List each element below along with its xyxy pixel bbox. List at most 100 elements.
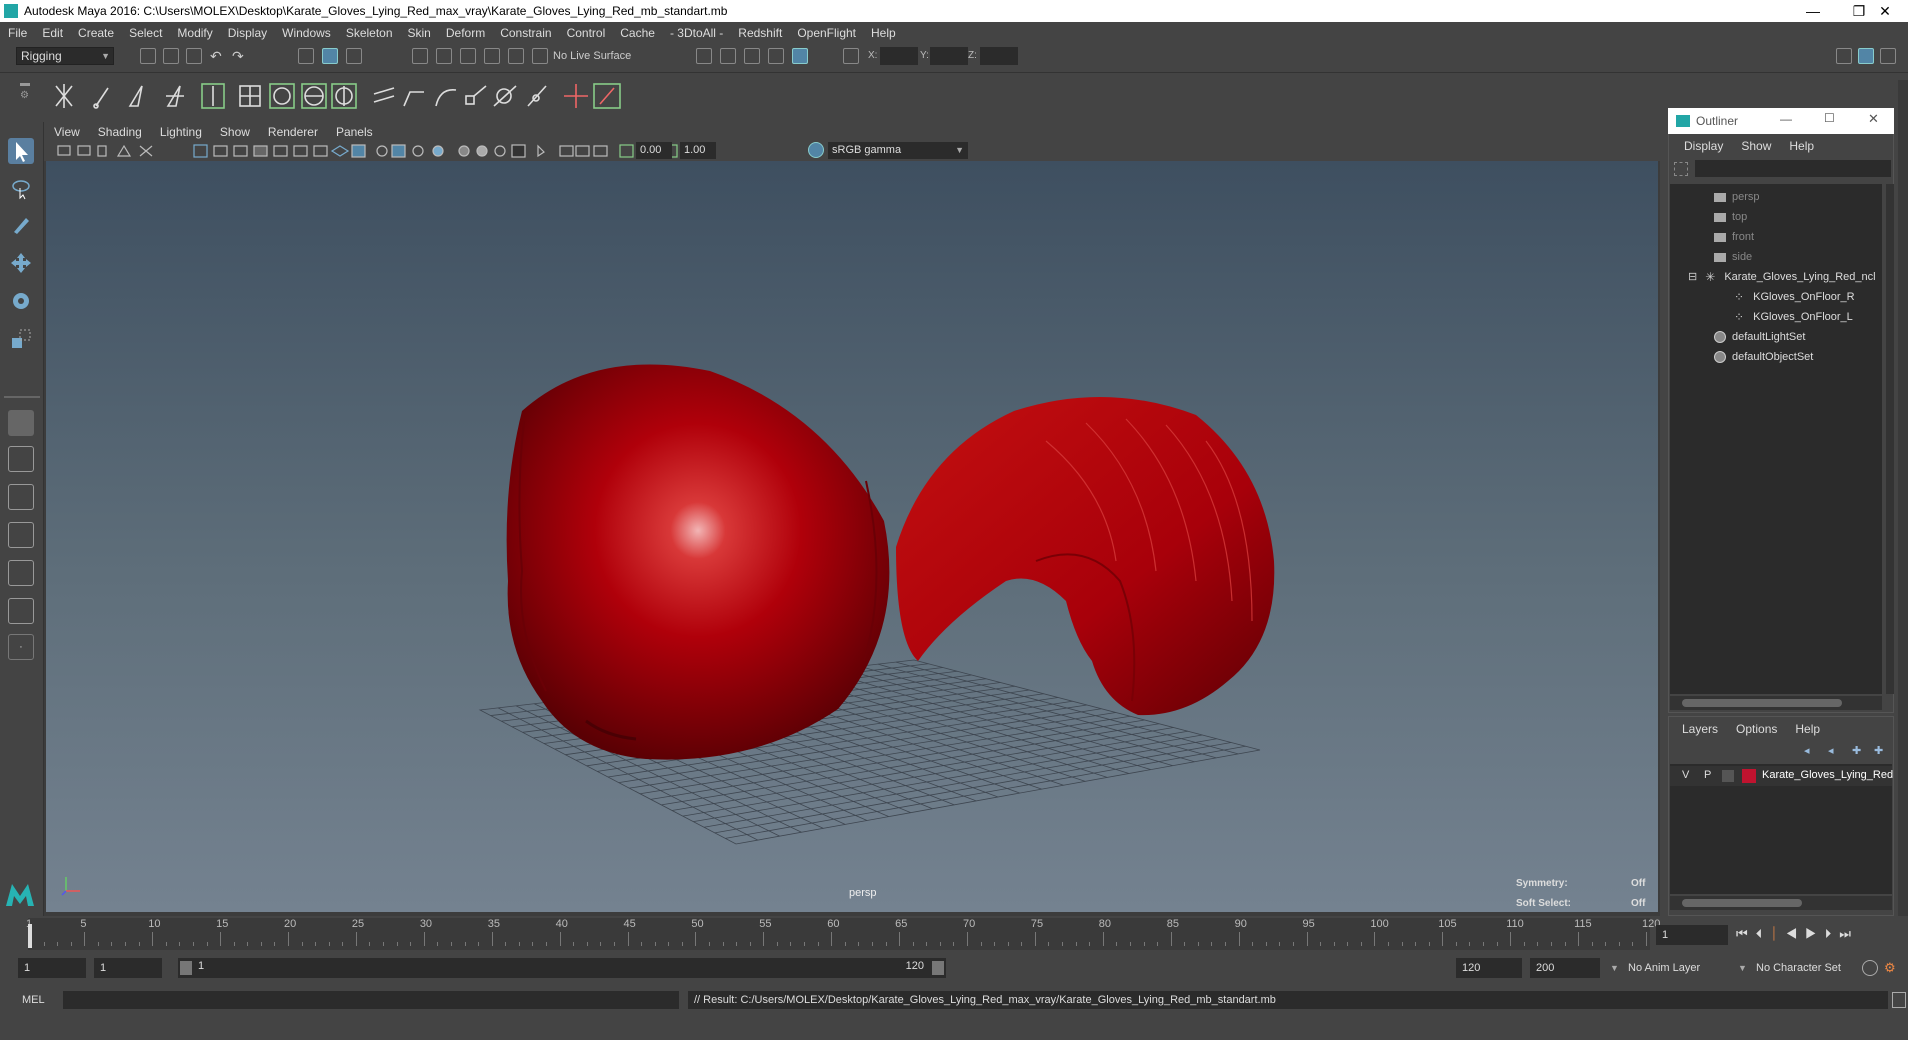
menu-display[interactable]: Display bbox=[228, 26, 267, 40]
vp-menu-panels[interactable]: Panels bbox=[336, 125, 373, 139]
outliner-minimize-button[interactable]: — bbox=[1780, 112, 1792, 126]
move-layer-up-icon[interactable]: ◂ bbox=[1804, 744, 1818, 757]
layer-playback-toggle[interactable]: P bbox=[1704, 769, 1711, 781]
outliner-item-light-set[interactable]: defaultLightSet bbox=[1714, 328, 1805, 346]
four-view-layout-icon[interactable] bbox=[8, 446, 34, 472]
layer-horizontal-scrollbar[interactable] bbox=[1670, 896, 1892, 910]
minimize-button[interactable]: — bbox=[1790, 0, 1836, 22]
snap-surface-icon[interactable] bbox=[508, 48, 524, 64]
y-input[interactable] bbox=[930, 47, 968, 65]
rotate-tool-icon[interactable] bbox=[8, 288, 34, 314]
render-frame-icon[interactable] bbox=[720, 48, 736, 64]
end-time-field[interactable]: 200 bbox=[1530, 958, 1600, 978]
outliner-item-glove-l[interactable]: ⁘ KGloves_OnFloor_L bbox=[1734, 308, 1853, 326]
outliner-filter-icon[interactable] bbox=[1674, 162, 1688, 176]
step-back-icon[interactable]: ⏴ bbox=[1756, 926, 1771, 941]
outliner-item-side[interactable]: side bbox=[1714, 248, 1752, 266]
snap-curve-icon[interactable] bbox=[436, 48, 452, 64]
persp-outliner-layout-icon[interactable] bbox=[8, 484, 34, 510]
menu-create[interactable]: Create bbox=[78, 26, 114, 40]
collapse-icon[interactable]: ⊟ bbox=[1688, 271, 1697, 283]
vp-menu-lighting[interactable]: Lighting bbox=[160, 125, 202, 139]
command-input[interactable] bbox=[63, 991, 679, 1009]
outliner-vertical-scrollbar[interactable] bbox=[1886, 184, 1894, 694]
step-back-key-icon[interactable]: ⏐ bbox=[1770, 926, 1785, 941]
paint-select-icon[interactable] bbox=[8, 212, 34, 238]
modeling-toolkit-icon[interactable] bbox=[1836, 48, 1852, 64]
outliner-search-input[interactable] bbox=[1695, 160, 1891, 177]
gamma-field[interactable]: 1.00 bbox=[680, 142, 716, 159]
menu-skin[interactable]: Skin bbox=[408, 26, 431, 40]
single-perspective-layout-icon[interactable] bbox=[8, 410, 34, 436]
outliner-item-glove-r[interactable]: ⁘ KGloves_OnFloor_R bbox=[1734, 288, 1855, 306]
playback-start-field[interactable]: 1 bbox=[94, 958, 162, 978]
lasso-tool-icon[interactable] bbox=[8, 176, 34, 202]
outliner-item-top[interactable]: top bbox=[1714, 208, 1747, 226]
auto-key-icon[interactable] bbox=[1862, 960, 1878, 976]
layer-menu-options[interactable]: Options bbox=[1736, 722, 1777, 736]
layer-menu-help[interactable]: Help bbox=[1795, 722, 1820, 736]
z-input[interactable] bbox=[980, 47, 1018, 65]
go-to-end-icon[interactable]: ⏭ bbox=[1839, 926, 1859, 941]
menu-redshift[interactable]: Redshift bbox=[738, 26, 782, 40]
menu-set-dropdown[interactable]: Rigging ▼ bbox=[16, 47, 114, 65]
menu-control[interactable]: Control bbox=[567, 26, 606, 40]
layer-color-swatch[interactable] bbox=[1742, 769, 1756, 783]
layer-row[interactable]: V P Karate_Gloves_Lying_Red bbox=[1670, 766, 1893, 786]
menu-openflight[interactable]: OpenFlight bbox=[797, 26, 856, 40]
snap-view-icon[interactable] bbox=[484, 48, 500, 64]
x-input[interactable] bbox=[880, 47, 918, 65]
menu-edit[interactable]: Edit bbox=[42, 26, 63, 40]
menu-deform[interactable]: Deform bbox=[446, 26, 485, 40]
live-surface-field[interactable]: No Live Surface bbox=[553, 47, 653, 65]
anim-layer-dropdown[interactable]: No Anim Layer bbox=[1622, 958, 1740, 978]
outliner-item-group[interactable]: ⊟ ✳ Karate_Gloves_Lying_Red_ncl bbox=[1688, 268, 1876, 286]
undo-icon[interactable]: ↶ bbox=[210, 48, 226, 64]
new-layer-icon[interactable]: ✚ bbox=[1852, 744, 1866, 757]
select-tool-icon[interactable] bbox=[8, 138, 34, 164]
range-slider[interactable]: 1 120 bbox=[178, 958, 946, 978]
scroll-thumb[interactable] bbox=[1682, 899, 1802, 907]
character-set-dropdown[interactable]: No Character Set bbox=[1750, 958, 1870, 978]
chevron-down-icon[interactable]: ▼ bbox=[1604, 958, 1619, 978]
chevron-down-icon[interactable]: ▼ bbox=[1732, 958, 1747, 978]
outliner-close-button[interactable]: ✕ bbox=[1868, 111, 1879, 127]
script-editor-icon[interactable] bbox=[1892, 992, 1906, 1008]
outliner-item-persp[interactable]: persp bbox=[1714, 188, 1760, 206]
outliner-item-object-set[interactable]: defaultObjectSet bbox=[1714, 348, 1813, 366]
render-settings-icon[interactable] bbox=[768, 48, 784, 64]
layer-visibility-toggle[interactable]: V bbox=[1682, 769, 1689, 781]
select-component-icon[interactable] bbox=[346, 48, 362, 64]
outliner-menu-display[interactable]: Display bbox=[1684, 139, 1723, 153]
start-time-field[interactable]: 1 bbox=[18, 958, 86, 978]
close-button[interactable]: ✕ bbox=[1862, 0, 1908, 22]
scale-tool-icon[interactable] bbox=[8, 326, 34, 352]
current-time-indicator[interactable] bbox=[28, 924, 32, 948]
preferences-icon[interactable]: ⚙ bbox=[1884, 960, 1900, 976]
exposure-field[interactable]: 0.00 bbox=[636, 142, 672, 159]
range-end-handle[interactable] bbox=[932, 961, 944, 975]
menu-help[interactable]: Help bbox=[871, 26, 896, 40]
script-language-toggle[interactable]: MEL bbox=[22, 991, 62, 1009]
menu-constrain[interactable]: Constrain bbox=[500, 26, 551, 40]
play-backwards-icon[interactable]: ◀ bbox=[1786, 926, 1806, 941]
persp-uv-layout-icon[interactable] bbox=[8, 598, 34, 624]
hypershade-layout-icon[interactable] bbox=[8, 560, 34, 586]
outliner-maximize-button[interactable]: ☐ bbox=[1824, 111, 1835, 125]
outliner-menu-show[interactable]: Show bbox=[1741, 139, 1771, 153]
go-to-start-icon[interactable]: ⏮ bbox=[1736, 926, 1756, 941]
attribute-editor-side-tab[interactable] bbox=[1898, 80, 1908, 950]
current-frame-field[interactable]: 1 bbox=[1656, 925, 1728, 945]
ipr-render-icon[interactable] bbox=[744, 48, 760, 64]
snap-grid-icon[interactable] bbox=[412, 48, 428, 64]
more-layouts-icon[interactable]: · bbox=[8, 634, 34, 660]
color-management-icon[interactable] bbox=[808, 142, 824, 158]
range-start-handle[interactable] bbox=[180, 961, 192, 975]
scroll-thumb[interactable] bbox=[1682, 699, 1842, 707]
play-forwards-icon[interactable]: ▶ bbox=[1805, 926, 1825, 941]
vp-menu-shading[interactable]: Shading bbox=[98, 125, 142, 139]
outliner-horizontal-scrollbar[interactable] bbox=[1670, 696, 1882, 710]
select-object-icon[interactable] bbox=[322, 48, 338, 64]
menu-windows[interactable]: Windows bbox=[282, 26, 331, 40]
vp-menu-show[interactable]: Show bbox=[220, 125, 250, 139]
